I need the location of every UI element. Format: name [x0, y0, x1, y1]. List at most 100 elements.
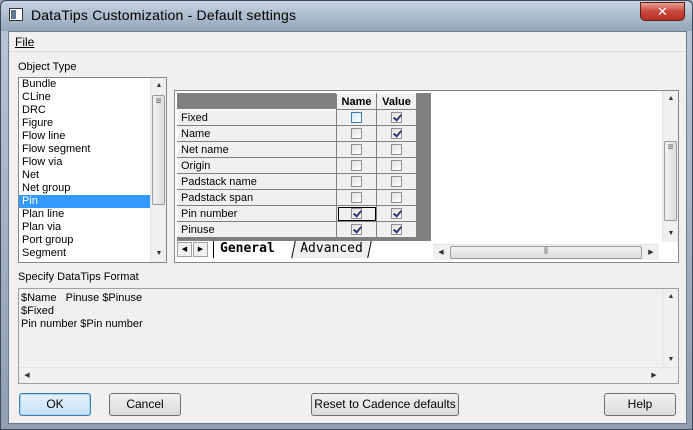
tab-next-icon[interactable]: ▶: [193, 242, 208, 257]
list-item[interactable]: Net group: [19, 182, 150, 195]
name-checkbox[interactable]: [351, 208, 362, 220]
value-cell: [376, 157, 417, 174]
name-checkbox[interactable]: [351, 112, 362, 124]
value-cell: [376, 125, 417, 142]
ok-label: OK: [46, 397, 64, 411]
format-scroll-down-icon[interactable]: ▼: [663, 352, 679, 368]
list-item[interactable]: Segment: [19, 247, 150, 260]
name-checkbox[interactable]: [351, 192, 362, 204]
format-scroll-right-icon[interactable]: ▶: [646, 368, 662, 384]
name-cell: [336, 125, 377, 142]
table-row: Pinuse: [177, 221, 417, 238]
object-type-listbox[interactable]: Bundle CLine DRC Figure Flow line Flow segmen…: [18, 77, 167, 263]
tab-general-label: General: [220, 241, 275, 256]
column-header-name[interactable]: Name: [336, 93, 377, 110]
grid-scroll-thumb[interactable]: [664, 141, 677, 221]
tab-prev-icon[interactable]: ◀: [177, 242, 192, 257]
list-item[interactable]: DRC: [19, 104, 150, 117]
list-item[interactable]: Port group: [19, 234, 150, 247]
name-cell: [336, 205, 377, 222]
menu-file-label: File: [15, 35, 35, 49]
value-cell: [376, 173, 417, 190]
list-item[interactable]: Flow line: [19, 130, 150, 143]
name-checkbox[interactable]: [351, 224, 362, 236]
close-button[interactable]: ✕: [640, 2, 685, 21]
grid-vertical-scrollbar[interactable]: ▲ ▼: [662, 91, 678, 242]
table-row: Pin number: [177, 205, 417, 222]
menu-bar: File: [9, 32, 686, 52]
value-checkbox[interactable]: [391, 144, 402, 156]
listbox-scrollbar[interactable]: ▲ ▼: [150, 78, 166, 262]
h-scroll-thumb[interactable]: [450, 246, 642, 259]
value-cell: [376, 205, 417, 222]
cancel-button[interactable]: Cancel: [109, 393, 181, 416]
grid-corner: [177, 93, 337, 110]
value-checkbox[interactable]: [391, 192, 402, 204]
grid-scroll-down-icon[interactable]: ▼: [663, 226, 678, 242]
list-item[interactable]: Flow segment: [19, 143, 150, 156]
object-type-items: Bundle CLine DRC Figure Flow line Flow segmen…: [19, 78, 166, 260]
app-icon: [9, 8, 23, 21]
value-checkbox[interactable]: [391, 208, 402, 220]
table-row: Origin: [177, 157, 417, 174]
list-item[interactable]: Plan line: [19, 208, 150, 221]
dialog-window: DataTips Customization - Default setting…: [0, 0, 693, 430]
format-scroll-left-icon[interactable]: ◀: [19, 368, 35, 384]
datatips-grid: Name Value Fixed Name Net name Origin Padsta…: [177, 93, 417, 238]
ok-button[interactable]: OK: [19, 393, 91, 416]
row-label: Net name: [177, 141, 337, 158]
name-checkbox[interactable]: [351, 176, 362, 188]
value-checkbox[interactable]: [391, 112, 402, 124]
list-item[interactable]: Figure: [19, 117, 150, 130]
scroll-up-icon[interactable]: ▲: [151, 78, 166, 94]
value-checkbox[interactable]: [391, 160, 402, 172]
window-title: DataTips Customization - Default setting…: [31, 7, 297, 23]
table-row: Fixed: [177, 109, 417, 126]
tab-general[interactable]: General: [213, 241, 281, 258]
value-cell: [376, 109, 417, 126]
name-cell: [336, 189, 377, 206]
name-cell: [336, 173, 377, 190]
grid-area: Name Value Fixed Name Net name Origin Padsta…: [177, 93, 431, 241]
grid-scroll-up-icon[interactable]: ▲: [663, 91, 678, 107]
grid-horizontal-scrollbar[interactable]: ◀ ▶: [433, 244, 659, 260]
name-checkbox[interactable]: [351, 144, 362, 156]
help-label: Help: [627, 397, 653, 411]
value-checkbox[interactable]: [391, 224, 402, 236]
list-item[interactable]: CLine: [19, 91, 150, 104]
reset-defaults-button[interactable]: Reset to Cadence defaults: [311, 393, 459, 416]
row-label: Name: [177, 125, 337, 142]
list-item[interactable]: Pin: [19, 195, 150, 208]
value-checkbox[interactable]: [391, 176, 402, 188]
scroll-left-icon[interactable]: ◀: [433, 245, 449, 261]
name-checkbox[interactable]: [351, 160, 362, 172]
format-horizontal-scrollbar[interactable]: ◀ ▶: [19, 367, 678, 383]
row-label: Origin: [177, 157, 337, 174]
list-item[interactable]: Flow via: [19, 156, 150, 169]
name-checkbox[interactable]: [351, 128, 362, 140]
column-header-value[interactable]: Value: [376, 93, 417, 110]
scroll-thumb[interactable]: [152, 95, 165, 205]
menu-file[interactable]: File: [15, 35, 34, 49]
format-textarea[interactable]: $Name Pinuse $Pinuse $Fixed Pin number $…: [18, 288, 679, 384]
tab-advanced-label: Advanced: [300, 241, 363, 256]
format-label: Specify DataTips Format: [18, 271, 139, 283]
format-scroll-up-icon[interactable]: ▲: [663, 289, 679, 305]
tab-advanced[interactable]: Advanced: [291, 241, 372, 258]
row-label: Padstack span: [177, 189, 337, 206]
value-checkbox[interactable]: [391, 128, 402, 140]
list-item[interactable]: Bundle: [19, 78, 150, 91]
name-cell: [336, 141, 377, 158]
row-label: Padstack name: [177, 173, 337, 190]
help-button[interactable]: Help: [604, 393, 676, 416]
list-item[interactable]: Net: [19, 169, 150, 182]
name-cell: [336, 109, 377, 126]
format-vertical-scrollbar[interactable]: ▲ ▼: [662, 289, 678, 368]
table-row: Net name: [177, 141, 417, 158]
cancel-label: Cancel: [126, 397, 164, 411]
list-item[interactable]: Plan via: [19, 221, 150, 234]
title-bar[interactable]: DataTips Customization - Default setting…: [1, 1, 692, 31]
client-area: File Object Type Bundle CLine DRC Figure Flo…: [8, 31, 687, 424]
scroll-down-icon[interactable]: ▼: [151, 246, 166, 262]
scroll-right-icon[interactable]: ▶: [643, 245, 659, 261]
